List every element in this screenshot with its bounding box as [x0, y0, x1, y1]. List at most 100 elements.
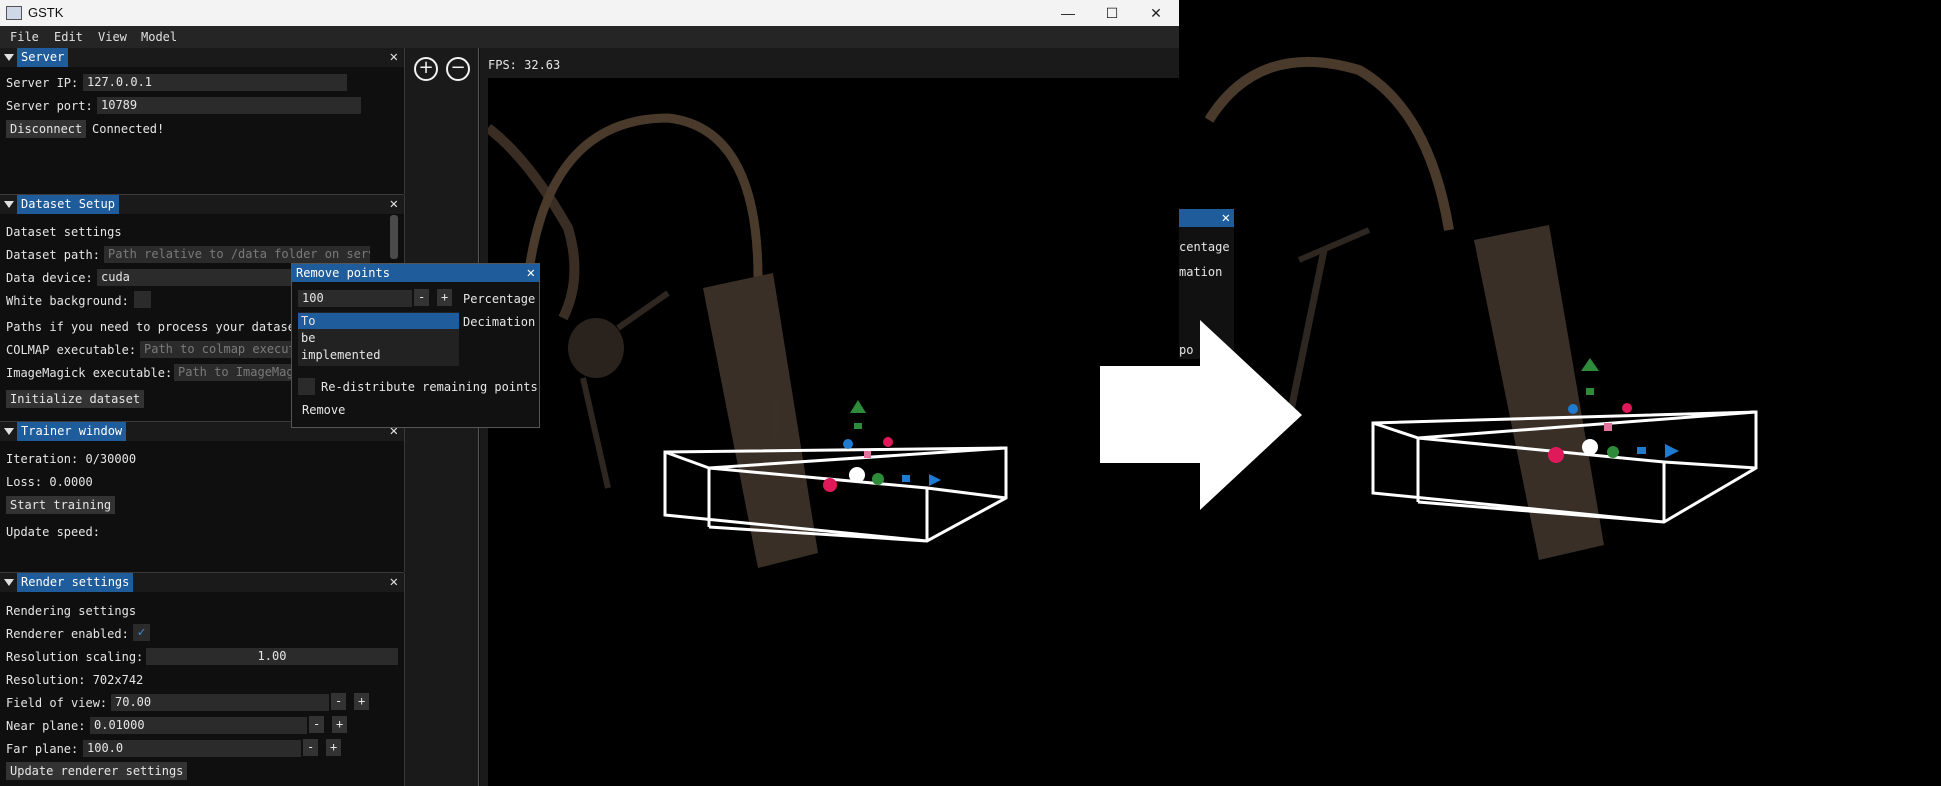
resolution-scaling-slider[interactable]: 1.00	[146, 648, 398, 665]
method-listbox[interactable]: To be implemented	[298, 312, 459, 366]
close-icon[interactable]: ✕	[390, 573, 398, 592]
close-icon[interactable]: ✕	[390, 48, 398, 67]
fragment-text: centage	[1179, 240, 1230, 254]
menu-model[interactable]: Model	[141, 30, 177, 44]
remove-button[interactable]: Remove	[298, 401, 349, 419]
transition-arrow-icon	[1100, 320, 1302, 510]
menu-view[interactable]: View	[98, 30, 127, 44]
percentage-mode-label: Percentage	[463, 292, 536, 306]
disconnect-button[interactable]: Disconnect	[6, 120, 87, 138]
gizmo-pink-point	[823, 478, 837, 492]
resolution-text: Resolution: 702x742	[6, 673, 144, 687]
near-decrement-button[interactable]: -	[309, 716, 325, 733]
imagemagick-input[interactable]: Path to ImageMagic	[174, 364, 304, 381]
mount-shape	[568, 318, 624, 378]
data-device-select[interactable]: cuda	[97, 269, 297, 286]
gizmo-center-handle	[849, 467, 865, 483]
decrement-button[interactable]: -	[414, 289, 430, 306]
fov-increment-button[interactable]: +	[354, 693, 370, 710]
collapse-icon[interactable]	[4, 54, 14, 61]
resolution-scaling-label: Resolution scaling:	[6, 650, 144, 664]
redistribute-label: Re-distribute remaining points	[321, 380, 538, 394]
gizmo-pink-square	[1604, 423, 1612, 431]
data-device-label: Data device:	[6, 271, 93, 285]
dialog-title: Remove points	[296, 266, 390, 280]
white-background-checkbox[interactable]	[134, 291, 151, 308]
collapse-icon[interactable]	[4, 428, 14, 435]
remove-points-dialog: Remove points ✕ 100 - + Percentage Decim…	[291, 263, 540, 428]
menu-file[interactable]: File	[10, 30, 39, 44]
trainer-panel: Trainer window ✕ Iteration: 0/30000 Loss…	[0, 422, 405, 572]
gizmo-blue-square	[1637, 447, 1646, 454]
dialog-title-bar[interactable]: Remove points ✕	[292, 264, 539, 282]
colmap-label: COLMAP executable:	[6, 343, 137, 357]
close-icon[interactable]: ✕	[527, 265, 535, 281]
dataset-path-label: Dataset path:	[6, 248, 100, 262]
gizmo-green-handle	[854, 423, 862, 429]
server-panel-header[interactable]: Server ✕	[0, 48, 404, 67]
near-plane-label: Near plane:	[6, 719, 86, 733]
renderer-enabled-checkbox[interactable]: ✓	[133, 624, 150, 641]
increment-button[interactable]: +	[437, 289, 453, 306]
renderer-enabled-label: Renderer enabled:	[6, 627, 129, 641]
render-viewport[interactable]	[488, 78, 1179, 786]
fov-input[interactable]: 70.00	[111, 694, 329, 711]
panel-title: Server	[17, 48, 69, 67]
white-background-label: White background:	[6, 294, 129, 308]
far-plane-label: Far plane:	[6, 742, 79, 756]
panel-title: Dataset Setup	[17, 195, 119, 214]
panel-title: Trainer window	[17, 422, 127, 441]
arrow-shape	[1100, 320, 1302, 510]
window-title: GSTK	[28, 5, 64, 20]
list-item[interactable]: be	[301, 331, 315, 345]
server-panel: Server ✕ Server IP: 127.0.0.1 Server por…	[0, 48, 405, 194]
paths-heading: Paths if you need to process your datase…	[6, 320, 303, 334]
fov-decrement-button[interactable]: -	[331, 693, 347, 710]
gizmo-green-point	[1607, 446, 1619, 458]
rendering-settings-heading: Rendering settings	[6, 604, 137, 618]
gizmo-center-handle	[1582, 439, 1598, 455]
percentage-input[interactable]: 100	[298, 290, 412, 307]
list-item[interactable]: implemented	[301, 348, 380, 362]
iteration-text: Iteration: 0/30000	[6, 452, 137, 466]
app-window: GSTK — ☐ ✕ File Edit View Model Server ✕…	[0, 0, 1179, 786]
render-panel-header[interactable]: Render settings ✕	[0, 573, 404, 592]
close-icon[interactable]: ✕	[1222, 210, 1230, 226]
near-plane-input[interactable]: 0.01000	[90, 717, 307, 734]
panel-title: Render settings	[17, 573, 134, 592]
pin-shape	[773, 398, 778, 438]
list-item[interactable]: To	[301, 314, 315, 328]
gizmo-pink-handle	[1622, 403, 1632, 413]
server-port-input[interactable]: 10789	[97, 97, 361, 114]
gizmo-blue-handle	[1568, 404, 1578, 414]
menu-bar: File Edit View Model	[0, 26, 1179, 48]
redistribute-checkbox[interactable]	[298, 378, 315, 395]
colmap-input[interactable]: Path to colmap execut	[140, 341, 300, 358]
collapse-icon[interactable]	[4, 201, 14, 208]
gizmo-up-arrow	[1581, 358, 1599, 371]
near-increment-button[interactable]: +	[332, 716, 348, 733]
minimize-button[interactable]: —	[1046, 0, 1090, 26]
collapse-icon[interactable]	[4, 579, 14, 586]
add-circle-icon[interactable]: +	[414, 57, 438, 81]
update-renderer-button[interactable]: Update renderer settings	[6, 762, 188, 780]
far-increment-button[interactable]: +	[326, 739, 342, 756]
menu-edit[interactable]: Edit	[54, 30, 83, 44]
scrollbar[interactable]	[390, 215, 398, 259]
gizmo-pink-square	[864, 451, 871, 458]
maximize-button[interactable]: ☐	[1090, 0, 1134, 26]
bounding-box	[663, 446, 1008, 543]
initialize-dataset-button[interactable]: Initialize dataset	[6, 390, 145, 408]
start-training-button[interactable]: Start training	[6, 496, 116, 514]
server-ip-input[interactable]: 127.0.0.1	[83, 74, 347, 91]
fragment-title-bar: ✕	[1179, 209, 1234, 227]
dataset-path-input[interactable]: Path relative to /data folder on serv	[104, 246, 370, 263]
close-window-button[interactable]: ✕	[1134, 0, 1178, 26]
far-decrement-button[interactable]: -	[303, 739, 319, 756]
far-plane-input[interactable]: 100.0	[83, 740, 301, 757]
imagemagick-label: ImageMagick executable:	[6, 366, 173, 380]
close-icon[interactable]: ✕	[390, 195, 398, 214]
title-bar: GSTK — ☐ ✕	[0, 0, 1179, 26]
remove-circle-icon[interactable]: −	[446, 57, 470, 81]
dataset-panel-header[interactable]: Dataset Setup ✕	[0, 195, 404, 214]
